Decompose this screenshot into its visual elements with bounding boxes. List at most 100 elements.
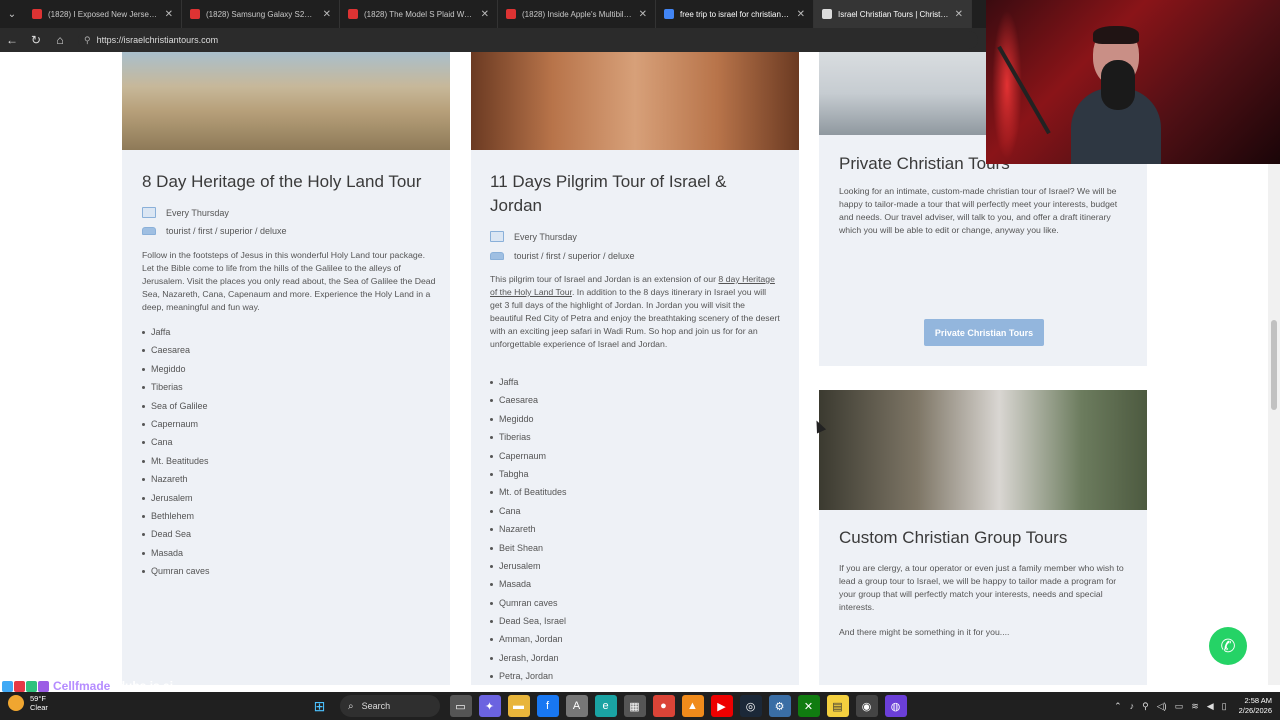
streamer-hair [1093,26,1139,44]
place-item: Tiberias [490,428,567,446]
close-tab-icon[interactable]: ✕ [955,9,963,20]
youtube-icon [190,9,200,19]
network-icon[interactable]: ⚲ [1142,701,1149,712]
copilot-icon[interactable]: ✦ [478,695,501,717]
start-windows-icon[interactable]: ⊞ [309,695,331,717]
place-item: Capernaum [142,415,210,433]
place-item: Capernaum [490,447,567,465]
place-item: Caesarea [490,391,567,409]
schedule-row: Every Thursday [490,231,577,242]
battery-icon[interactable]: ▯ [1222,701,1227,712]
close-tab-icon[interactable]: ✕ [165,9,173,20]
section-title[interactable]: Custom Christian Group Tours [839,526,1139,550]
place-item: Mt. Beatitudes [142,452,210,470]
microphone-tray-icon[interactable]: ♪ [1130,701,1135,711]
microphone-icon [1101,60,1135,110]
browser-tab[interactable]: (1828) Samsung Galaxy S26 Ultra ✕ [182,0,340,28]
taskbar-search[interactable]: ⌕ Search [340,695,440,717]
chrome-icon[interactable]: ● [652,695,675,717]
place-item: Jerusalem [142,489,210,507]
badge-icon [26,680,37,692]
chat-username: Cellfmade [53,679,111,693]
badge-icon [14,680,25,692]
display-icon[interactable]: ▭ [1175,701,1184,712]
calendar-icon [490,231,504,242]
site-info-icon[interactable]: ⚲ [84,35,91,46]
browser-tab[interactable]: (1828) The Model S Plaid Walked ✕ [340,0,498,28]
settings-gear-icon[interactable]: ⚙ [768,695,791,717]
browser-tab[interactable]: (1828) Inside Apple's Multibillion ✕ [498,0,656,28]
chevron-up-icon[interactable]: ⌃ [1114,701,1122,712]
windows-taskbar: 59°F Clear ⊞ ⌕ Search ▭ ✦ ▬ f A e ▦ ● ▲ … [0,692,1280,720]
place-item: Bethlehem [142,507,210,525]
close-tab-icon[interactable]: ✕ [639,9,647,20]
badge-icon [38,680,49,692]
speaker-icon[interactable]: ◀ [1207,701,1214,712]
baptism-photo[interactable] [819,390,1147,510]
private-tours-button[interactable]: Private Christian Tours [924,319,1044,346]
place-item: Petra, Jordan [490,667,567,685]
task-view-icon[interactable]: ▭ [449,695,472,717]
whatsapp-chat-button[interactable]: ✆ [1209,627,1247,665]
volume-icon[interactable]: ◁) [1157,701,1167,712]
whatsapp-icon: ✆ [1220,635,1236,656]
file-explorer-icon[interactable]: ▬ [507,695,530,717]
url-field[interactable]: ⚲ https://israelchristiantours.com [78,31,978,49]
tab-list-chevron-icon[interactable]: ⌄ [0,0,24,28]
obs-icon[interactable]: ◍ [884,695,907,717]
petra-treasury-image[interactable] [471,52,799,150]
clock-time: 2:58 AM [1244,696,1272,705]
close-tab-icon[interactable]: ✕ [797,9,805,20]
place-item: Cana [142,433,210,451]
app-a-icon[interactable]: A [565,695,588,717]
home-icon[interactable]: ⌂ [48,28,72,52]
reload-icon[interactable]: ↻ [24,28,48,52]
steam-icon[interactable]: ◎ [739,695,762,717]
place-item: Amman, Jordan [490,630,567,648]
place-item: Cana [490,502,567,520]
place-item: Qumran caves [142,562,210,580]
place-item: Nazareth [490,520,567,538]
facebook-icon[interactable]: f [536,695,559,717]
close-tab-icon[interactable]: ✕ [323,9,331,20]
notes-icon[interactable]: ▤ [826,695,849,717]
section-description: Looking for an intimate, custom-made chr… [839,186,1118,235]
classes-row: tourist / first / superior / deluxe [490,251,635,261]
taskbar-clock[interactable]: 2:58 AM 2/26/2026 [1239,696,1272,716]
weather-desc: Clear [30,703,48,712]
site-icon [822,9,832,19]
schedule-text: Every Thursday [166,207,229,218]
tour-title[interactable]: 8 Day Heritage of the Holy Land Tour [142,170,442,194]
scrollbar-thumb[interactable] [1271,320,1277,410]
search-icon: ⌕ [348,700,354,712]
browser-tab[interactable]: free trip to israel for christians - S ✕ [656,0,814,28]
chat-text: : dubs is ai [110,679,174,693]
place-item: Caesarea [142,341,210,359]
group-tours-card: Custom Christian Group Tours If you are … [819,390,1147,685]
jerusalem-walls-image[interactable] [122,52,450,150]
browser-tab[interactable]: (1828) I Exposed New Jersey's Jev ✕ [24,0,182,28]
place-item: Tabgha [490,465,567,483]
close-tab-icon[interactable]: ✕ [481,9,489,20]
vlc-icon[interactable]: ▲ [681,695,704,717]
tour-title[interactable]: 11 Days Pilgrim Tour of Israel & Jordan [490,170,780,218]
youtube-icon [348,9,358,19]
edge-icon[interactable]: e [594,695,617,717]
calendar-icon [142,207,156,218]
place-item: Qumran caves [490,594,567,612]
schedule-row: Every Thursday [142,207,229,218]
youtube-app-icon[interactable]: ▶ [710,695,733,717]
browser-tab-active[interactable]: Israel Christian Tours | Christian To ✕ [814,0,972,28]
back-arrow-icon[interactable]: ← [0,28,24,52]
xbox-icon[interactable]: ✕ [797,695,820,717]
places-list: Jaffa Caesarea Megiddo Tiberias Capernaum Tab… [490,373,567,685]
weather-temp: 59°F [30,694,46,703]
badge-icon [2,680,13,692]
calculator-icon[interactable]: ▦ [623,695,646,717]
url-text: https://israelchristiantours.com [96,35,219,45]
wifi-icon[interactable]: ≋ [1191,701,1199,712]
classes-row: tourist / first / superior / deluxe [142,226,287,236]
tour-card-pilgrim: 11 Days Pilgrim Tour of Israel & Jordan … [471,52,799,685]
weather-widget[interactable]: 59°F Clear [8,694,48,712]
recorder-icon[interactable]: ◉ [855,695,878,717]
